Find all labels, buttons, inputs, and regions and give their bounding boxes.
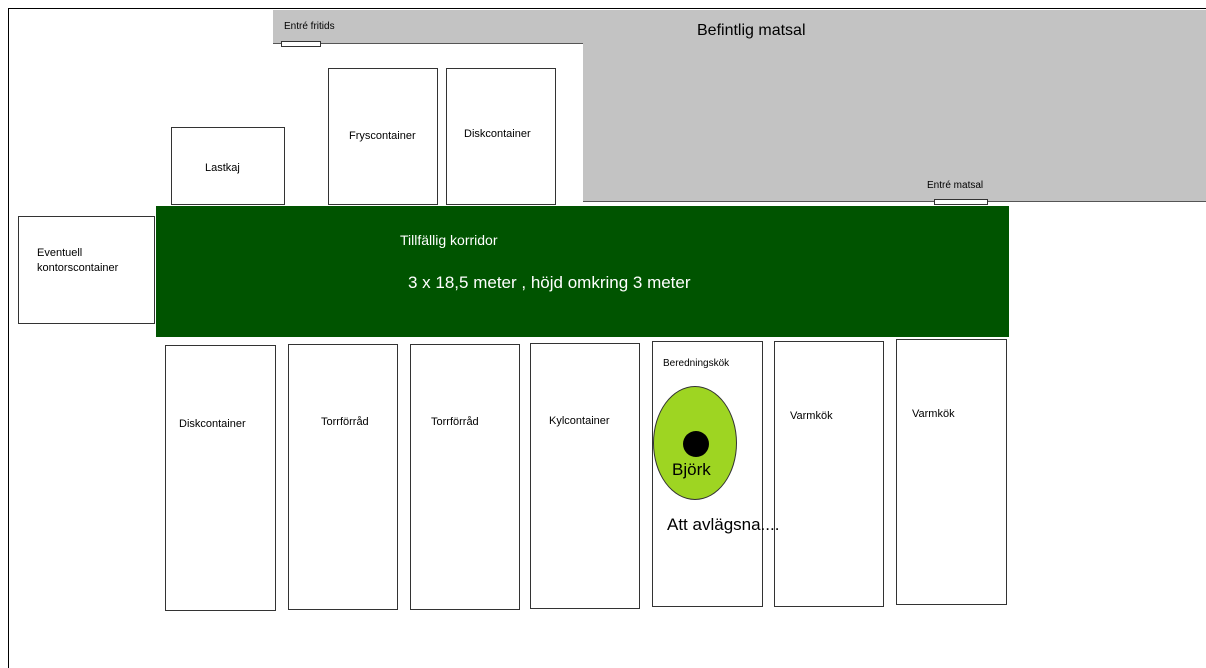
fryscontainer-box: Fryscontainer: [328, 68, 438, 205]
diskcontainer-top-box: Diskcontainer: [446, 68, 556, 205]
varmkok-1-label: Varmkök: [790, 410, 833, 422]
befintlig-matsal-label: Befintlig matsal: [697, 22, 806, 39]
torrforrad-2-box: Torrförråd: [410, 344, 520, 610]
diskcontainer-bottom-box: Diskcontainer: [165, 345, 276, 611]
diskcontainer-bottom-label: Diskcontainer: [179, 418, 246, 430]
entre-matsal-label: Entré matsal: [927, 180, 984, 191]
att-avlagsna-label: Att avlägsna....: [667, 515, 780, 534]
korridor-dimensions: 3 x 18,5 meter , höjd omkring 3 meter: [408, 273, 691, 292]
beredningskok-label: Beredningskök: [663, 358, 730, 369]
diskcontainer-top-label: Diskcontainer: [464, 128, 531, 140]
fryscontainer-label: Fryscontainer: [349, 130, 416, 142]
torrforrad-1-box: Torrförråd: [288, 344, 398, 610]
lastkaj-label: Lastkaj: [205, 162, 240, 174]
eventuell-label: Eventuell: [37, 247, 83, 259]
eventuell-kontorscontainer-box: Eventuell kontorscontainer: [18, 216, 155, 324]
torrforrad-2-label: Torrförråd: [431, 416, 479, 428]
torrforrad-1-label: Torrförråd: [321, 416, 369, 428]
entre-fritids-label: Entré fritids: [284, 21, 335, 32]
kylcontainer-label: Kylcontainer: [549, 415, 610, 427]
korridor-title: Tillfällig korridor: [400, 232, 498, 248]
bjork-label: Björk: [672, 460, 711, 479]
entre-matsal-door: [934, 199, 988, 205]
bjork-trunk-icon: [683, 431, 709, 457]
varmkok-2-label: Varmkök: [912, 408, 955, 420]
kylcontainer-box: Kylcontainer: [530, 343, 640, 609]
varmkok-2-box: Varmkök: [896, 339, 1007, 605]
entre-fritids-door: [281, 41, 321, 47]
tillfallig-korridor: Tillfällig korridor 3 x 18,5 meter , höj…: [156, 206, 1009, 337]
befintlig-matsal-area: [583, 10, 1206, 202]
varmkok-1-box: Varmkök: [774, 341, 884, 607]
kontorscontainer-label: kontorscontainer: [37, 262, 119, 274]
lastkaj-box: Lastkaj: [171, 127, 285, 205]
